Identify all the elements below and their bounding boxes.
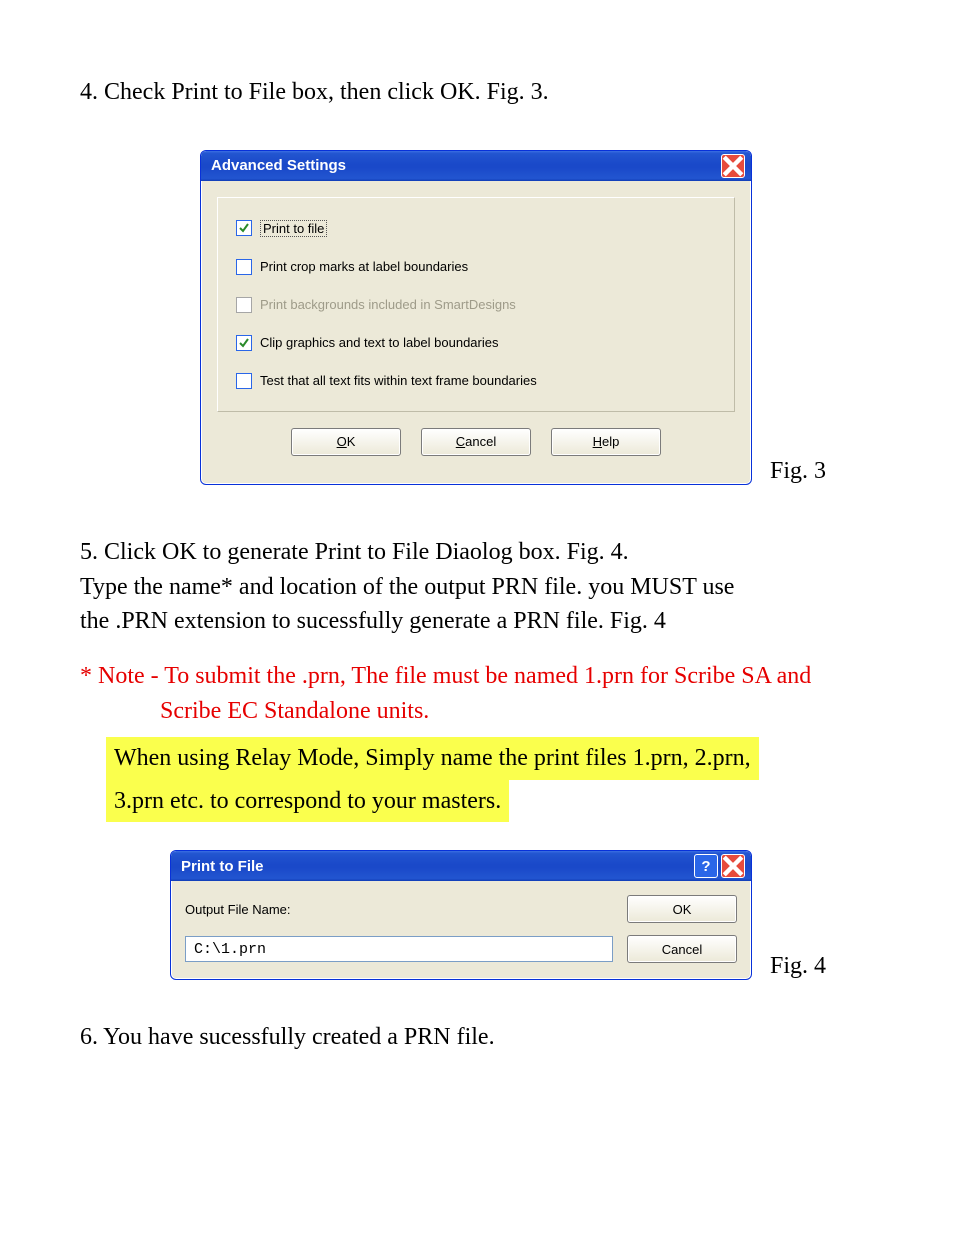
advanced-settings-dialog: Advanced Settings Print to file — [200, 150, 752, 485]
checkbox-icon — [236, 373, 252, 389]
relay-line1: When using Relay Mode, Simply name the p… — [106, 737, 759, 780]
figure-3-row: Advanced Settings Print to file — [80, 150, 874, 485]
checkbox-clip-graphics[interactable]: Clip graphics and text to label boundari… — [236, 335, 716, 351]
step-5-line2: Type the name* and location of the outpu… — [80, 570, 874, 605]
cancel-button[interactable]: Cancel — [421, 428, 531, 456]
note-line2: Scribe EC Standalone units. — [160, 694, 874, 729]
checkbox-label: Print to file — [260, 220, 327, 237]
checkbox-print-to-file[interactable]: Print to file — [236, 220, 716, 237]
dialog-body: Output File Name: OK C:\1.prn Cancel — [171, 881, 751, 979]
dialog-title: Advanced Settings — [211, 157, 718, 174]
dialog-title: Print to File — [181, 858, 691, 875]
close-icon[interactable] — [721, 854, 745, 878]
checkbox-text-fits[interactable]: Test that all text fits within text fram… — [236, 373, 716, 389]
dialog-button-row: OK Cancel Help — [217, 412, 735, 468]
dialog-titlebar: Advanced Settings — [201, 151, 751, 181]
checkbox-icon — [236, 297, 252, 313]
dialog-body: Print to file Print crop marks at label … — [201, 181, 751, 484]
cancel-button[interactable]: Cancel — [627, 935, 737, 963]
figure-4-row: Print to File ? Output File Name: OK C:\… — [80, 850, 874, 980]
step-5-line1: 5. Click OK to generate Print to File Di… — [80, 535, 874, 570]
help-icon[interactable]: ? — [694, 854, 718, 878]
output-file-input[interactable]: C:\1.prn — [185, 936, 613, 962]
ok-button[interactable]: OK — [627, 895, 737, 923]
checkbox-label: Test that all text fits within text fram… — [260, 373, 537, 388]
print-to-file-dialog: Print to File ? Output File Name: OK C:\… — [170, 850, 752, 980]
checkbox-backgrounds: Print backgrounds included in SmartDesig… — [236, 297, 716, 313]
relay-line2: 3.prn etc. to correspond to your masters… — [106, 780, 509, 823]
checkbox-label: Print backgrounds included in SmartDesig… — [260, 297, 516, 312]
checkbox-icon — [236, 335, 252, 351]
figure-3-caption: Fig. 3 — [770, 458, 826, 485]
checkbox-crop-marks[interactable]: Print crop marks at label boundaries — [236, 259, 716, 275]
checkbox-label: Print crop marks at label boundaries — [260, 259, 468, 274]
document-page: 4. Check Print to File box, then click O… — [0, 0, 954, 1235]
close-icon[interactable] — [721, 154, 745, 178]
output-file-label: Output File Name: — [185, 902, 613, 917]
checkbox-group: Print to file Print crop marks at label … — [217, 197, 735, 412]
checkbox-icon — [236, 259, 252, 275]
dialog-titlebar: Print to File ? — [171, 851, 751, 881]
step-5-line3: the .PRN extension to sucessfully genera… — [80, 604, 874, 639]
relay-note: When using Relay Mode, Simply name the p… — [106, 737, 874, 823]
checkbox-icon — [236, 220, 252, 236]
figure-4-caption: Fig. 4 — [770, 953, 826, 980]
ok-button[interactable]: OK — [291, 428, 401, 456]
checkbox-label: Clip graphics and text to label boundari… — [260, 335, 498, 350]
step-4-text: 4. Check Print to File box, then click O… — [80, 75, 874, 110]
help-button[interactable]: Help — [551, 428, 661, 456]
note-line1: * Note - To submit the .prn, The file mu… — [80, 659, 874, 694]
step-6-text: 6. You have sucessfully created a PRN fi… — [80, 1020, 874, 1055]
